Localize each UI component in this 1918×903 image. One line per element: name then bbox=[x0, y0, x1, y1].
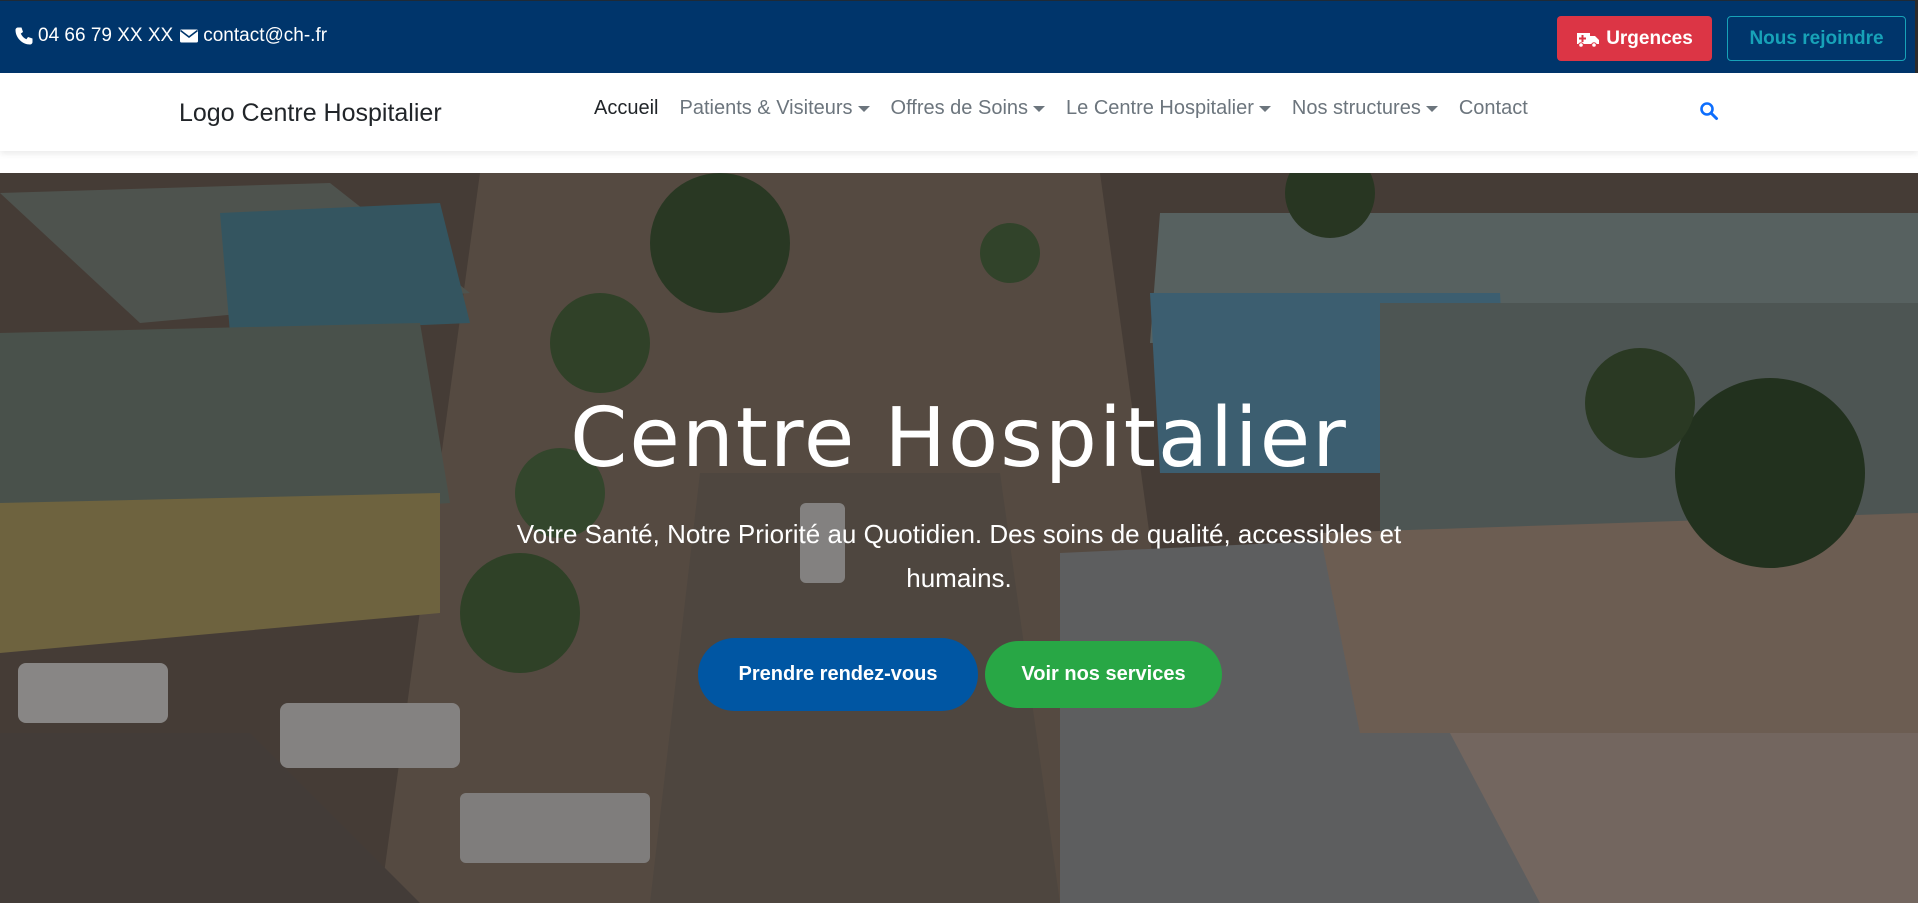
join-label: Nous rejoindre bbox=[1749, 27, 1884, 49]
caret-down-icon bbox=[1425, 105, 1438, 112]
nav-item-label: Patients & Visiteurs bbox=[679, 97, 853, 119]
join-button[interactable]: Nous rejoindre bbox=[1727, 16, 1906, 61]
services-button[interactable]: Voir nos services bbox=[985, 641, 1222, 708]
appointment-button[interactable]: Prendre rendez-vous bbox=[698, 638, 978, 711]
site-logo[interactable]: Logo Centre Hospitalier bbox=[179, 99, 442, 128]
caret-down-icon bbox=[1033, 105, 1046, 112]
urgences-label: Urgences bbox=[1606, 27, 1693, 49]
nav-item-label: Le Centre Hospitalier bbox=[1066, 97, 1254, 119]
services-button-label: Voir nos services bbox=[1021, 663, 1186, 685]
phone-icon bbox=[14, 26, 34, 46]
ambulance-icon bbox=[1577, 32, 1600, 48]
envelope-icon bbox=[179, 26, 199, 46]
nav-item-label: Accueil bbox=[594, 97, 659, 119]
main-navbar: Logo Centre Hospitalier Accueil Patients… bbox=[0, 73, 1918, 151]
hero-subtitle: Votre Santé, Notre Priorité au Quotidien… bbox=[516, 519, 1402, 593]
nav-item-nos-structures[interactable]: Nos structures bbox=[1292, 97, 1438, 120]
nav-item-accueil[interactable]: Accueil bbox=[594, 97, 658, 120]
nav-item-label: Contact bbox=[1458, 97, 1528, 119]
phone-number[interactable]: 04 66 79 XX XX bbox=[38, 25, 173, 47]
top-bar: 04 66 79 XX XX contact@ch-.fr Urgences N… bbox=[0, 0, 1918, 73]
nav-item-le-centre-hospitalier[interactable]: Le Centre Hospitalier bbox=[1066, 97, 1271, 120]
hero-section: Centre Hospitalier Votre Santé, Notre Pr… bbox=[0, 173, 1918, 903]
nav-item-contact[interactable]: Contact bbox=[1459, 97, 1528, 120]
nav-item-patients-visiteurs[interactable]: Patients & Visiteurs bbox=[679, 97, 870, 120]
nav-item-label: Offres de Soins bbox=[890, 97, 1029, 119]
urgences-button[interactable]: Urgences bbox=[1557, 16, 1712, 61]
nav-item-offres-de-soins[interactable]: Offres de Soins bbox=[890, 97, 1046, 120]
search-icon[interactable] bbox=[1699, 101, 1719, 121]
nav-item-label: Nos structures bbox=[1291, 97, 1421, 119]
email-link[interactable]: contact@ch-.fr bbox=[203, 25, 327, 47]
main-nav: Accueil Patients & Visiteurs Offres de S… bbox=[594, 97, 1549, 120]
caret-down-icon bbox=[857, 105, 870, 112]
contact-info: 04 66 79 XX XX contact@ch-.fr bbox=[14, 25, 327, 47]
hero-title: Centre Hospitalier bbox=[570, 391, 1348, 486]
appointment-button-label: Prendre rendez-vous bbox=[738, 663, 938, 685]
caret-down-icon bbox=[1258, 105, 1271, 112]
